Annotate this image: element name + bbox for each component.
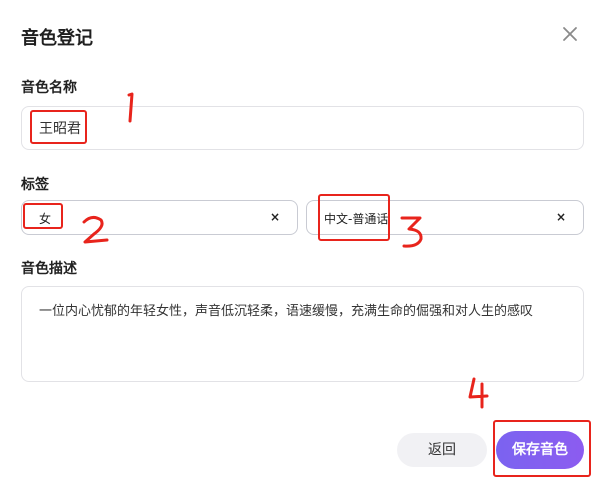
- dialog-title: 音色登记: [21, 28, 93, 49]
- annotation-number-3: [400, 216, 423, 248]
- voice-description-text[interactable]: 一位内心忧郁的年轻女性，声音低沉轻柔，语速缓慢，充满生命的倔强和对人生的感叹: [39, 299, 559, 325]
- tag-remove-icon[interactable]: ×: [270, 211, 280, 223]
- tag-remove-icon[interactable]: ×: [556, 211, 566, 223]
- back-button[interactable]: 返回: [397, 433, 487, 467]
- annotation-box-3: [318, 194, 390, 241]
- annotation-number-1: [127, 92, 134, 123]
- annotation-box-1: [30, 110, 87, 144]
- close-icon[interactable]: [560, 24, 580, 44]
- voice-description-field[interactable]: 一位内心忧郁的年轻女性，声音低沉轻柔，语速缓慢，充满生命的倔强和对人生的感叹: [21, 286, 584, 382]
- annotation-box-2: [23, 203, 63, 229]
- annotation-box-4: [493, 420, 591, 477]
- voice-name-field[interactable]: [21, 106, 584, 150]
- annotation-number-2: [82, 215, 109, 244]
- annotation-number-4: [468, 377, 489, 409]
- tags-label: 标签: [21, 177, 49, 193]
- voice-name-label: 音色名称: [21, 80, 77, 96]
- voice-description-label: 音色描述: [21, 261, 77, 277]
